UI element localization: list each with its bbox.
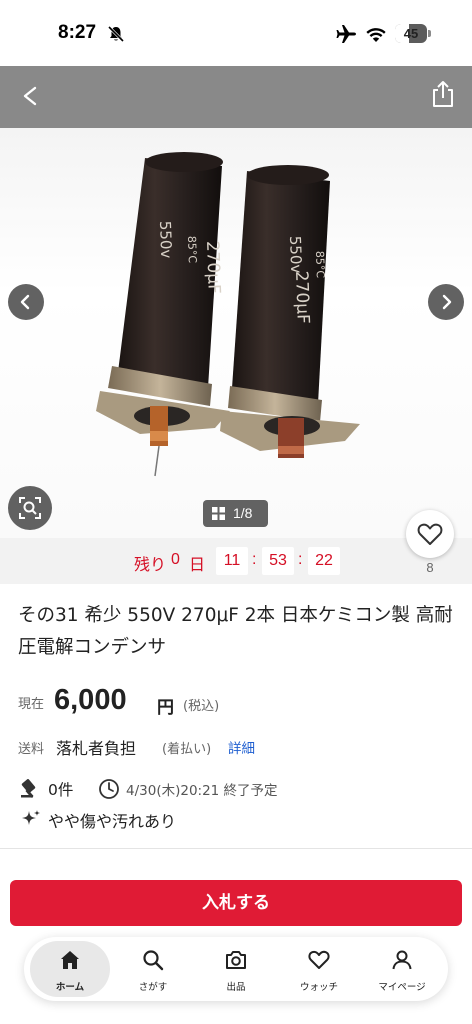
gavel-icon [21, 779, 36, 798]
share-button[interactable] [428, 76, 458, 112]
image-counter-text: 1/8 [233, 505, 253, 521]
timer-colon: : [298, 551, 303, 568]
shipping-label: 送料 [18, 742, 45, 757]
price-value: 6,000 [54, 684, 127, 716]
share-icon [433, 81, 453, 107]
shipping-note: (着払い) [162, 742, 212, 757]
next-image-icon [442, 294, 452, 310]
tab-sell[interactable]: 出品 [196, 941, 276, 997]
prev-image-button[interactable] [8, 284, 44, 320]
timer-colon: : [252, 551, 257, 568]
back-icon [23, 86, 37, 106]
battery-indicator: 45 [395, 24, 427, 43]
svg-text:85°C: 85°C [313, 251, 327, 279]
svg-text:550v: 550v [156, 221, 175, 259]
watch-button[interactable] [406, 510, 454, 558]
prev-image-icon [20, 294, 30, 310]
timer-remaining-label: 残り [134, 557, 167, 574]
camera-icon [226, 951, 246, 969]
status-time: 8:27 [58, 22, 97, 43]
photo-toolbar [0, 66, 472, 128]
tab-mypage[interactable]: マイページ [362, 941, 442, 997]
svg-text:270μF: 270μF [291, 270, 313, 324]
shipping-details-link[interactable]: 詳細 [228, 737, 255, 757]
clock-icon [99, 779, 119, 799]
next-image-button[interactable] [428, 284, 464, 320]
heart-icon [308, 950, 330, 969]
timer-seconds: 22 [308, 547, 340, 575]
condition-row: やや傷や汚れあり [18, 806, 458, 831]
svg-text:550v: 550v [286, 236, 305, 274]
tab-watch[interactable]: ウォッチ [279, 941, 359, 997]
countdown-bar: 残り 0 日 11 : 53 : 22 [0, 538, 472, 584]
image-search-icon [19, 497, 41, 519]
tab-search[interactable]: さがす [113, 941, 193, 997]
image-search-button[interactable] [8, 486, 52, 530]
bid-count: 0件 [48, 781, 74, 799]
tab-label: さがす [138, 982, 168, 993]
image-counter: 1/8 [203, 500, 268, 527]
tab-label: マイページ [378, 982, 426, 993]
watch-count: 8 [426, 560, 434, 575]
item-title: その31 希少 550V 270μF 2本 日本ケミコン製 高耐圧電解コンデンサ [18, 605, 453, 658]
item-photo-carousel[interactable]: 550v 85°C 270μF 550v 85°C 270μF 1/8 [0, 66, 472, 538]
battery-level: 45 [403, 26, 419, 41]
timer-hours: 11 [216, 547, 248, 575]
heart-icon [417, 523, 443, 545]
bid-button[interactable]: 入札する [10, 880, 462, 926]
svg-text:85°C: 85°C [185, 236, 199, 264]
airplane-icon [336, 25, 356, 43]
person-icon [392, 950, 412, 970]
status-bar: 8:27 45 [0, 0, 472, 66]
tab-label: ウォッチ [299, 982, 338, 993]
wifi-icon [366, 28, 386, 42]
price-unit: 円 [157, 698, 174, 718]
shipping-row: 送料 落札者負担 (着払い) 詳細 [18, 735, 458, 759]
timer-minutes: 53 [262, 547, 294, 575]
bell-muted-icon [107, 25, 125, 43]
home-icon [61, 951, 79, 969]
price-label: 現在 [18, 697, 45, 712]
price-row: 現在 6,000 円 (税込) [18, 684, 458, 720]
search-icon [143, 950, 164, 971]
shipping-value: 落札者負担 [56, 739, 137, 758]
back-button[interactable] [14, 76, 48, 116]
battery-cap [428, 30, 431, 37]
grid-icon [212, 507, 225, 520]
divider [0, 848, 472, 849]
sparkle-icon [22, 810, 40, 825]
bottom-tab-bar: ホーム さがす 出品 ウォッチ マイページ [24, 937, 448, 1001]
svg-text:270μF: 270μF [202, 240, 224, 294]
price-tax-note: (税込) [183, 699, 220, 714]
item-photo: 550v 85°C 270μF 550v 85°C 270μF [96, 152, 360, 477]
end-time: 4/30(木)20:21 終了予定 [126, 783, 278, 799]
bids-row: 0件 4/30(木)20:21 終了予定 [18, 776, 458, 800]
timer-day-label: 日 [189, 557, 206, 574]
tab-home[interactable]: ホーム [30, 941, 110, 997]
tab-label: 出品 [226, 982, 246, 993]
tab-label: ホーム [55, 982, 85, 993]
item-condition: やや傷や汚れあり [48, 812, 177, 831]
timer-days: 0 [171, 551, 180, 568]
